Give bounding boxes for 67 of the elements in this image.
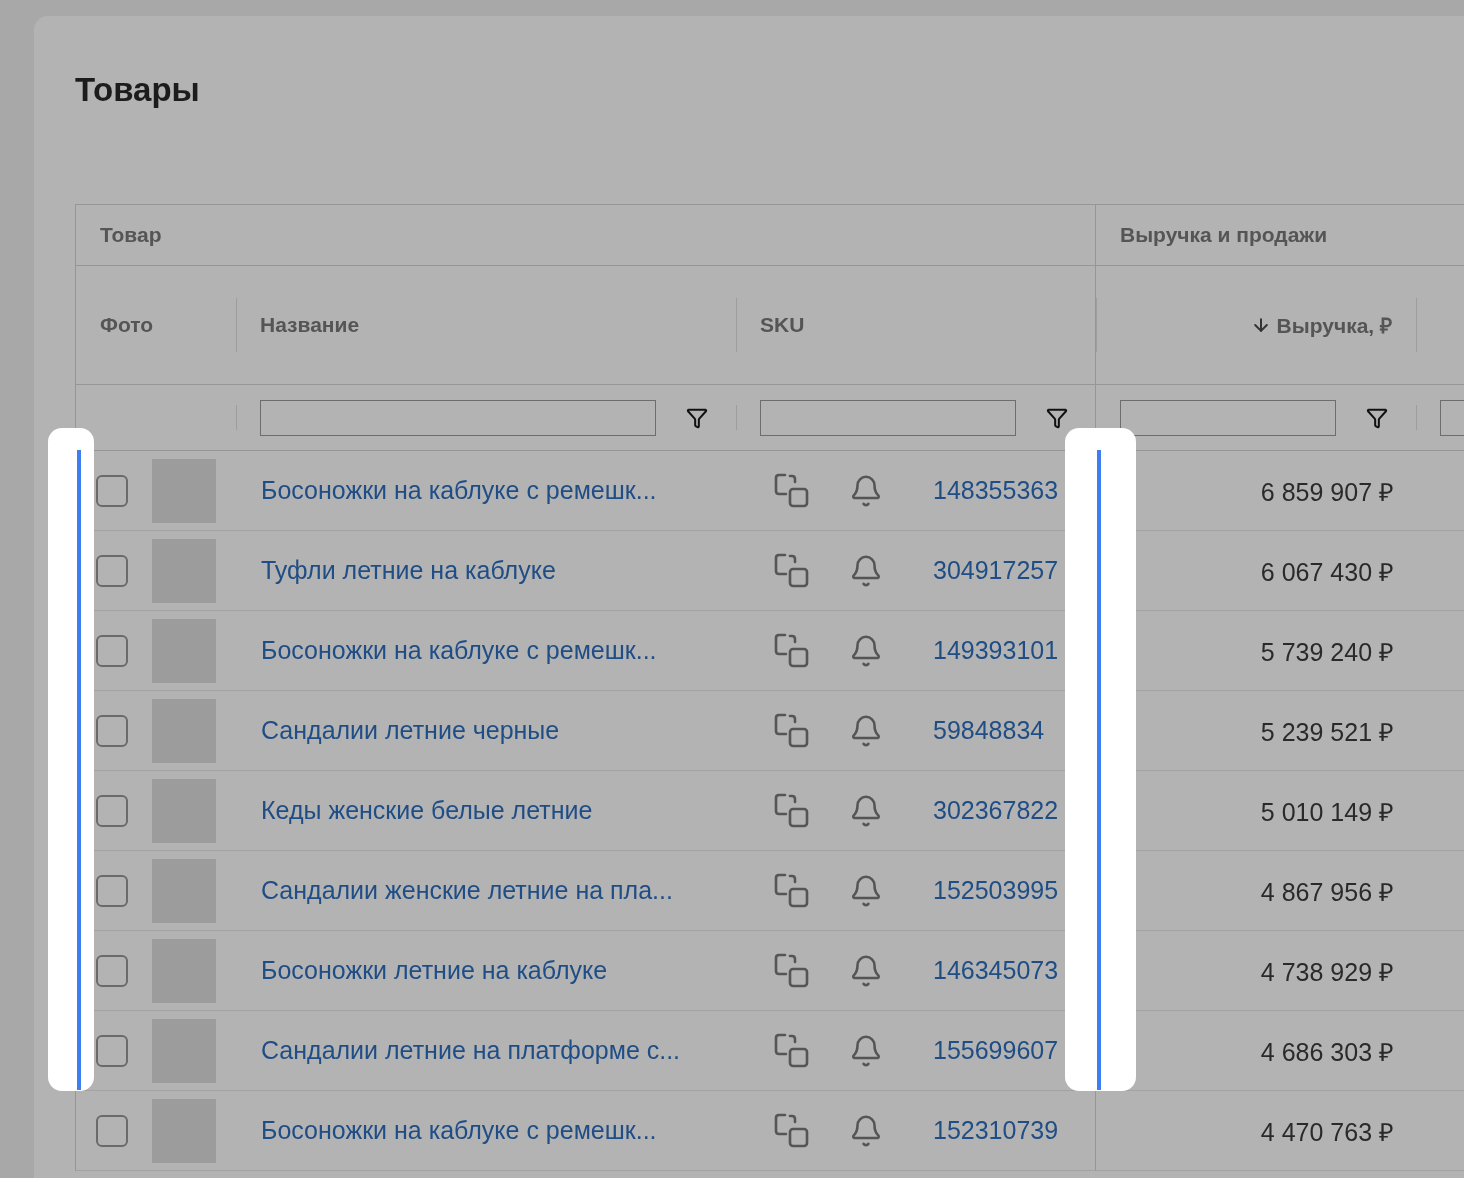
bell-icon[interactable] [849, 713, 883, 748]
filter-icon[interactable] [1046, 406, 1068, 429]
filter-input[interactable] [260, 399, 656, 436]
bell-icon[interactable] [849, 953, 883, 988]
group-header: Выручка и продажи [1096, 205, 1464, 266]
copy-icon[interactable] [773, 1111, 811, 1150]
sku-link[interactable]: 149393101 [933, 636, 1059, 665]
revenue-value: 6 859 907 ₽ [1260, 476, 1394, 508]
row-checkbox[interactable] [96, 794, 128, 827]
copy-icon[interactable] [773, 791, 811, 830]
group-header: Товар [76, 205, 1096, 266]
bell-icon[interactable] [849, 553, 883, 588]
copy-icon[interactable] [773, 551, 811, 590]
sku-link[interactable]: 59848834 [933, 716, 1045, 745]
revenue-value: 4 470 763 ₽ [1260, 1116, 1394, 1148]
bell-icon[interactable] [849, 473, 883, 508]
product-link[interactable]: Сандалии женские летние на пла... [261, 876, 673, 905]
copy-icon[interactable] [773, 1031, 811, 1070]
row-checkbox[interactable] [96, 954, 128, 987]
product-link[interactable]: Босоножки на каблуке с ремешк... [261, 476, 657, 505]
revenue-value: 4 867 956 ₽ [1260, 876, 1394, 908]
filter-icon[interactable] [686, 406, 708, 429]
row-checkbox[interactable] [96, 874, 128, 907]
row-checkbox[interactable] [96, 474, 128, 507]
product-link[interactable]: Босоножки на каблуке с ремешк... [261, 636, 657, 665]
copy-icon[interactable] [773, 871, 811, 910]
bell-icon[interactable] [849, 1113, 883, 1148]
sku-link[interactable]: 304917257 [933, 556, 1059, 585]
sku-link[interactable]: 148355363 [933, 476, 1059, 505]
sku-link[interactable]: 152310739 [933, 1116, 1059, 1145]
column-header[interactable]: Название [236, 266, 736, 385]
column-header[interactable]: Фото [76, 266, 236, 385]
bell-icon[interactable] [849, 873, 883, 908]
filter-icon[interactable] [1366, 406, 1388, 429]
column-header[interactable]: Выручка, ₽ [1096, 266, 1416, 385]
sku-link[interactable]: 146345073 [933, 956, 1059, 985]
product-link[interactable]: Туфли летние на каблуке [261, 556, 556, 585]
sku-link[interactable]: 155699607 [933, 1036, 1059, 1065]
revenue-value: 4 686 303 ₽ [1260, 1036, 1394, 1068]
bell-icon[interactable] [849, 1033, 883, 1068]
copy-icon[interactable] [773, 951, 811, 990]
sku-link[interactable]: 152503995 [933, 876, 1059, 905]
filter-input[interactable] [1120, 399, 1336, 436]
revenue-value: 5 239 521 ₽ [1260, 716, 1394, 748]
row-checkbox[interactable] [96, 554, 128, 587]
row-checkbox[interactable] [96, 634, 128, 667]
sku-link[interactable]: 302367822 [933, 796, 1059, 825]
row-checkbox[interactable] [96, 1034, 128, 1067]
product-link[interactable]: Сандалии летние черные [261, 716, 560, 745]
revenue-value: 4 738 929 ₽ [1260, 956, 1394, 988]
bell-icon[interactable] [849, 793, 883, 828]
column-header[interactable]: SKU [736, 266, 1096, 385]
copy-icon[interactable] [773, 471, 811, 510]
filter-input[interactable] [760, 399, 1016, 436]
product-link[interactable]: Босоножки на каблуке с ремешк... [261, 1116, 657, 1145]
row-checkbox[interactable] [96, 714, 128, 747]
product-link[interactable]: Босоножки летние на каблуке [261, 956, 608, 985]
revenue-value: 6 067 430 ₽ [1260, 556, 1394, 588]
revenue-value: 5 739 240 ₽ [1260, 636, 1394, 668]
revenue-value: 5 010 149 ₽ [1260, 796, 1394, 828]
copy-icon[interactable] [773, 711, 811, 750]
row-checkbox[interactable] [96, 1114, 128, 1147]
product-link[interactable]: Сандалии летние на платформе с... [261, 1036, 681, 1065]
copy-icon[interactable] [773, 631, 811, 670]
page-title: Товары [75, 74, 201, 106]
product-link[interactable]: Кеды женские белые летние [261, 796, 593, 825]
bell-icon[interactable] [849, 633, 883, 668]
